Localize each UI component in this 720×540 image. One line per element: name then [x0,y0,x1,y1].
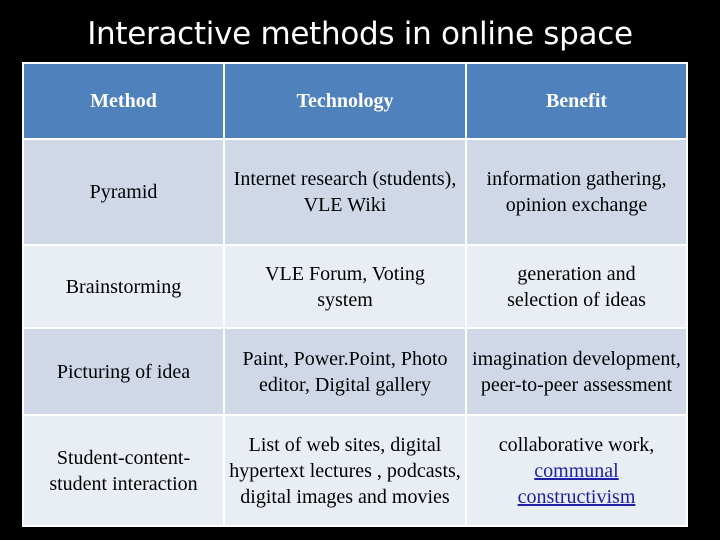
table-row: Pyramid Internet research (students), VL… [22,138,688,246]
table-row: Student-content-student interaction List… [22,414,688,527]
technology-cell: Paint, Power.Point, Photo editor, Digita… [223,327,467,416]
benefit-text: collaborative work, [498,433,655,456]
benefit-cell: collaborative work, communal constructiv… [465,414,688,527]
table-row: Brainstorming VLE Forum, Voting system g… [22,244,688,329]
technology-cell: List of web sites, digital hypertext lec… [223,414,467,527]
slide-title: Interactive methods in online space [87,16,633,52]
header-benefit: Benefit [465,62,688,140]
method-cell: Pyramid [22,138,225,246]
methods-table: Method Technology Benefit Pyramid Intern… [22,62,688,527]
table-row: Picturing of idea Paint, Power.Point, Ph… [22,327,688,416]
method-cell: Student-content-student interaction [22,414,225,527]
table-header-row: Method Technology Benefit [22,62,688,140]
technology-cell: VLE Forum, Voting system [223,244,467,329]
communal-constructivism-link[interactable]: communal constructivism [518,460,636,508]
method-cell: Picturing of idea [22,327,225,416]
benefit-cell: imagination development, peer-to-peer as… [465,327,688,416]
method-cell: Brainstorming [22,244,225,329]
benefit-cell: generation and selection of ideas [465,244,688,329]
header-technology: Technology [223,62,467,140]
technology-cell: Internet research (students), VLE Wiki [223,138,467,246]
benefit-cell: information gathering, opinion exchange [465,138,688,246]
header-method: Method [22,62,225,140]
